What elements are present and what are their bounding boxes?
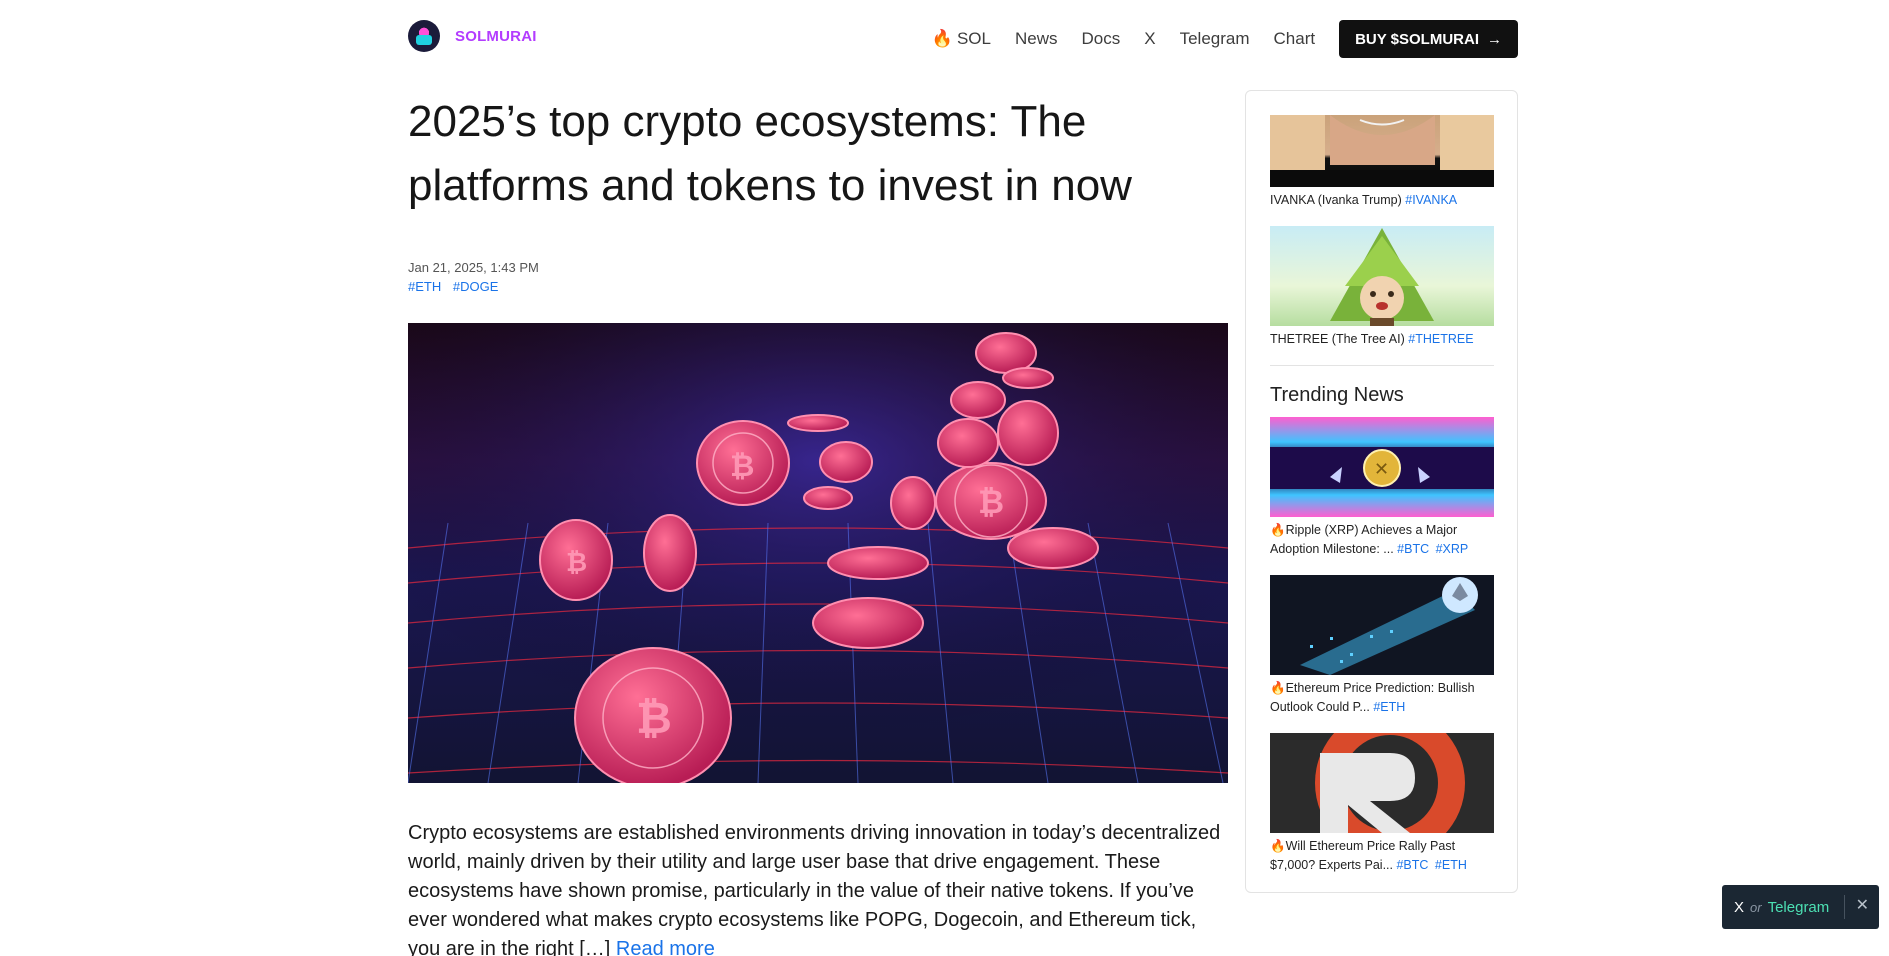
tag-eth[interactable]: #ETH xyxy=(1435,858,1467,872)
xrp-thumbnail: ✕ xyxy=(1270,417,1494,517)
sidebar-item-caption: IVANKA (Ivanka Trump) #IVANKA xyxy=(1270,187,1494,216)
article-title: 2025’s top crypto ecosystems: The platfo… xyxy=(408,97,1132,210)
pill-or-text: or xyxy=(1750,899,1762,915)
trending-item-title: 🔥Ripple (XRP) Achieves a Major Adoption … xyxy=(1270,523,1458,556)
buy-button-label: BUY $SOLMURAI xyxy=(1355,30,1479,48)
article-date: Jan 21, 2025, 1:43 PM xyxy=(408,260,539,275)
crypto-coins-illustration: ₿ ₿ ₿ ₿ xyxy=(408,323,1228,783)
pill-telegram-link[interactable]: Telegram xyxy=(1768,899,1830,916)
article: 2025’s top crypto ecosystems: The platfo… xyxy=(408,90,1228,956)
trending-news-heading: Trending News xyxy=(1270,384,1404,406)
ethereum-image xyxy=(1300,577,1478,675)
logo-link[interactable]: SOLMURAI xyxy=(408,20,537,52)
main-nav: 🔥 SOL News Docs X Telegram Chart BUY $SOL… xyxy=(932,20,1518,58)
read-more-link[interactable]: Read more xyxy=(616,938,715,956)
sidebar-divider xyxy=(1270,365,1494,366)
trending-item-caption: 🔥Ripple (XRP) Achieves a Major Adoption … xyxy=(1270,517,1494,565)
ivanka-image xyxy=(1270,115,1494,187)
nav-news[interactable]: News xyxy=(1015,29,1058,49)
pill-x-link[interactable]: X xyxy=(1734,899,1744,916)
xrp-image: ✕ xyxy=(1270,447,1494,489)
tag-thetree[interactable]: #THETREE xyxy=(1408,332,1473,346)
close-icon[interactable]: ✕ xyxy=(1856,895,1869,915)
svg-text:₿: ₿ xyxy=(566,548,587,578)
nav-chart[interactable]: Chart xyxy=(1274,29,1316,49)
article-hero-image: ₿ ₿ ₿ ₿ xyxy=(408,323,1228,783)
nav-sol[interactable]: 🔥 SOL xyxy=(932,29,991,49)
buy-solmurai-button[interactable]: BUY $SOLMURAI → xyxy=(1339,20,1518,58)
brand-name: SOLMURAI xyxy=(455,27,537,45)
nav-docs[interactable]: Docs xyxy=(1082,29,1121,49)
nav-sol-label: SOL xyxy=(956,29,991,48)
svg-text:✕: ✕ xyxy=(1374,459,1389,480)
tag-btc[interactable]: #BTC xyxy=(1397,542,1429,556)
social-links-pill: X or Telegram ✕ xyxy=(1722,885,1879,929)
sidebar: IVANKA (Ivanka Trump) #IVANKA THETREE (T… xyxy=(1245,90,1518,893)
trending-item-caption: 🔥Will Ethereum Price Rally Past $7,000? … xyxy=(1270,833,1494,881)
ivanka-thumbnail xyxy=(1270,115,1494,187)
trending-item[interactable]: 🔥Ethereum Price Prediction: Bullish Outl… xyxy=(1270,575,1494,723)
site-header: SOLMURAI 🔥 SOL News Docs X Telegram Chart… xyxy=(408,20,1518,60)
svg-text:₿: ₿ xyxy=(636,693,672,744)
svg-text:₿: ₿ xyxy=(730,449,754,484)
sidebar-item[interactable]: THETREE (The Tree AI) #THETREE xyxy=(1270,226,1494,355)
sidebar-inner: IVANKA (Ivanka Trump) #IVANKA THETREE (T… xyxy=(1270,115,1494,891)
pill-separator xyxy=(1844,895,1845,919)
ethereum-thumbnail xyxy=(1270,575,1494,675)
nav-x[interactable]: X xyxy=(1144,29,1155,49)
ethereum-rally-thumbnail xyxy=(1270,733,1494,833)
tag-xrp[interactable]: #XRP xyxy=(1436,542,1469,556)
solmurai-logo xyxy=(408,20,440,52)
tag-eth[interactable]: #ETH xyxy=(1373,700,1405,714)
fire-icon: 🔥 xyxy=(931,29,953,48)
trending-item[interactable]: 🔥Will Ethereum Price Rally Past $7,000? … xyxy=(1270,733,1494,881)
tag-doge[interactable]: #DOGE xyxy=(453,279,499,294)
trending-item-caption: 🔥Ethereum Price Prediction: Bullish Outl… xyxy=(1270,675,1494,723)
sidebar-item-caption: THETREE (The Tree AI) #THETREE xyxy=(1270,326,1494,355)
article-excerpt: Crypto ecosystems are established enviro… xyxy=(408,819,1228,956)
tag-eth[interactable]: #ETH xyxy=(408,279,441,294)
thetree-thumbnail xyxy=(1270,226,1494,326)
tag-ivanka[interactable]: #IVANKA xyxy=(1405,193,1457,207)
thetree-image xyxy=(1330,228,1434,326)
nav-telegram[interactable]: Telegram xyxy=(1180,29,1250,49)
excerpt-text: Crypto ecosystems are established enviro… xyxy=(408,822,1221,956)
tag-btc[interactable]: #BTC xyxy=(1396,858,1428,872)
sidebar-item-title: THETREE (The Tree AI) xyxy=(1270,332,1405,346)
sidebar-item-title: IVANKA (Ivanka Trump) xyxy=(1270,193,1402,207)
article-tags: #ETH #DOGE xyxy=(408,279,1228,294)
sidebar-item[interactable]: IVANKA (Ivanka Trump) #IVANKA xyxy=(1270,115,1494,216)
trending-item[interactable]: ✕ 🔥Ripple (XRP) Achieves a Major Adoptio… xyxy=(1270,417,1494,565)
svg-text:₿: ₿ xyxy=(978,483,1004,521)
arrow-right-icon: → xyxy=(1487,30,1502,48)
ethereum-rally-image xyxy=(1315,733,1465,833)
